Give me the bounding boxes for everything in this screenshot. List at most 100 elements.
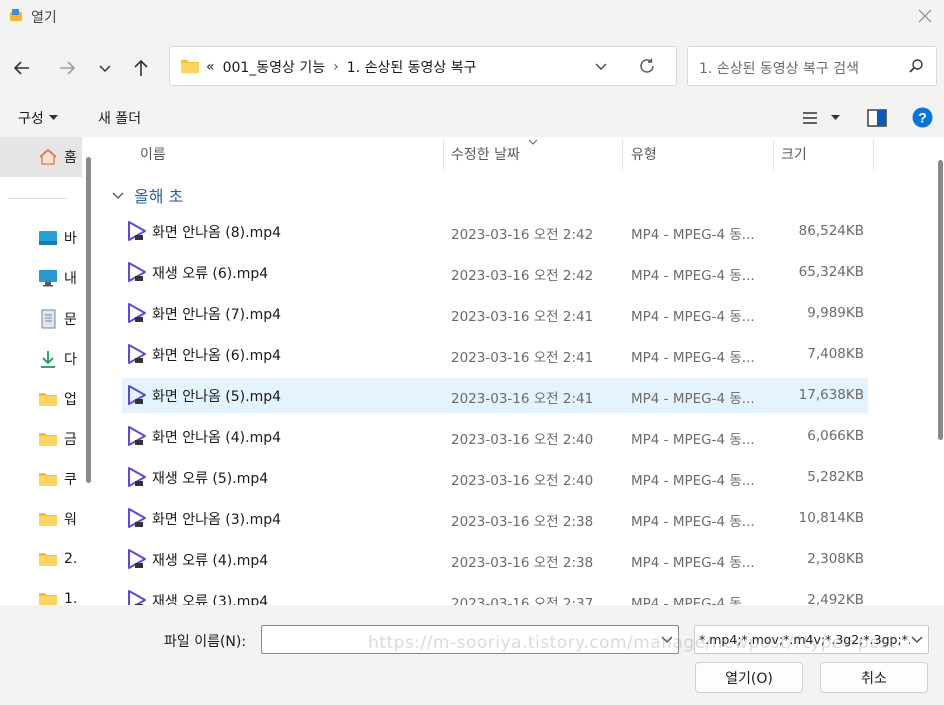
video-file-icon xyxy=(128,221,146,241)
sidebar-item-folder[interactable]: 워 xyxy=(38,507,88,531)
video-file-icon xyxy=(128,467,146,487)
sidebar-item-pc[interactable]: 내 xyxy=(38,266,88,290)
file-row[interactable]: 화면 안나옴 (4).mp4 2023-03-16 오전 2:40 MP4 - MP… xyxy=(122,419,868,454)
breadcrumb-item[interactable]: 1. 손상된 동영상 복구 xyxy=(347,57,477,77)
file-row[interactable]: 재생 오류 (3).mp4 2023-03-16 오전 2:37 MP4 - MPE… xyxy=(122,583,868,605)
folder-icon xyxy=(39,553,57,566)
sidebar-divider xyxy=(8,198,68,199)
file-size: 65,324KB xyxy=(798,264,864,280)
refresh-icon[interactable] xyxy=(638,57,656,75)
column-divider[interactable] xyxy=(773,139,774,171)
svg-text:?: ? xyxy=(918,110,927,126)
group-header[interactable]: 올해 초 xyxy=(112,183,183,207)
title-bar: 열기 xyxy=(0,0,944,32)
file-size: 5,282KB xyxy=(807,469,864,485)
file-row[interactable]: 화면 안나옴 (6).mp4 2023-03-16 오전 2:41 MP4 - MP… xyxy=(122,337,868,372)
preview-pane-icon[interactable] xyxy=(867,109,887,127)
forward-button[interactable] xyxy=(55,56,79,80)
file-type: MP4 - MPEG-4 동... xyxy=(631,555,755,571)
search-box[interactable]: 1. 손상된 동영상 복구 검색 xyxy=(687,46,937,86)
file-name: 재생 오류 (5).mp4 xyxy=(152,471,269,487)
organize-button[interactable]: 구성 xyxy=(18,108,58,128)
file-row[interactable]: 재생 오류 (4).mp4 2023-03-16 오전 2:38 MP4 - MPE… xyxy=(122,542,868,577)
column-divider[interactable] xyxy=(873,139,874,171)
sidebar-label: 문 xyxy=(64,312,77,328)
search-input[interactable]: 1. 손상된 동영상 복구 검색 xyxy=(699,58,859,78)
sidebar-item-folder[interactable]: 금 xyxy=(38,427,88,451)
breadcrumb-separator[interactable]: › xyxy=(333,59,339,75)
file-row[interactable]: 재생 오류 (6).mp4 2023-03-16 오전 2:42 MP4 - MPE… xyxy=(122,255,868,290)
chevron-down-icon[interactable] xyxy=(594,59,608,73)
video-file-icon xyxy=(128,508,146,528)
sidebar-scrollbar[interactable] xyxy=(86,157,91,483)
document-icon xyxy=(41,309,56,329)
search-icon xyxy=(909,59,923,73)
sidebar-item-folder[interactable]: 쿠 xyxy=(38,467,88,491)
app-icon xyxy=(10,9,22,21)
sidebar-label: 다 xyxy=(64,352,77,368)
sidebar-label: 업 xyxy=(64,392,77,408)
monitor-icon xyxy=(39,270,57,287)
column-header-type[interactable]: 유형 xyxy=(631,137,657,171)
cancel-button[interactable]: 취소 xyxy=(820,662,928,693)
file-date: 2023-03-16 오전 2:42 xyxy=(451,268,594,284)
file-name: 재생 오류 (6).mp4 xyxy=(152,266,269,282)
open-button[interactable]: 열기(O) xyxy=(695,662,803,693)
home-icon xyxy=(39,148,57,165)
close-icon xyxy=(918,9,932,23)
file-date: 2023-03-16 오전 2:38 xyxy=(451,514,594,530)
breadcrumb-item[interactable]: 001_동영상 기능 xyxy=(223,57,326,77)
new-folder-button[interactable]: 새 폴더 xyxy=(98,108,141,128)
sidebar-item-downloads[interactable]: 다 xyxy=(38,347,88,371)
caret-down-icon xyxy=(48,115,58,120)
sidebar-item-home-label[interactable]: 홈 xyxy=(38,145,88,169)
sidebar-item-folder[interactable]: 2. xyxy=(38,547,88,571)
file-name: 재생 오류 (4).mp4 xyxy=(152,553,269,569)
file-size: 2,492KB xyxy=(807,592,864,605)
address-bar[interactable]: « 001_동영상 기능 › 1. 손상된 동영상 복구 xyxy=(169,46,677,86)
folder-icon xyxy=(39,593,57,605)
sidebar-label: 내 xyxy=(64,271,77,287)
file-size: 17,638KB xyxy=(798,387,864,403)
back-button[interactable] xyxy=(10,56,34,80)
file-row[interactable]: 화면 안나옴 (8).mp4 2023-03-16 오전 2:42 MP4 - MP… xyxy=(122,214,868,249)
arrow-left-icon xyxy=(13,61,29,75)
organize-label: 구성 xyxy=(18,111,44,127)
folder-icon xyxy=(39,473,57,486)
sidebar-item-folder[interactable]: 업 xyxy=(38,387,88,411)
file-type: MP4 - MPEG-4 동... xyxy=(631,391,755,407)
column-divider[interactable] xyxy=(622,139,623,171)
dialog-footer: 파일 이름(N): *.mp4;*.mov;*.m4v;*.3g2;*.3gp;… xyxy=(0,605,944,705)
file-type: MP4 - MPEG-4 동... xyxy=(631,227,755,243)
view-list-icon[interactable] xyxy=(802,111,818,125)
sort-indicator-icon xyxy=(528,139,538,145)
breadcrumb-overflow[interactable]: « xyxy=(206,59,215,75)
file-row[interactable]: 화면 안나옴 (3).mp4 2023-03-16 오전 2:38 MP4 - MP… xyxy=(122,501,868,536)
video-file-icon xyxy=(128,303,146,323)
video-file-icon xyxy=(128,344,146,364)
close-button[interactable] xyxy=(914,5,936,27)
caret-down-icon[interactable] xyxy=(831,115,840,121)
up-button[interactable] xyxy=(129,56,153,80)
file-date: 2023-03-16 오전 2:38 xyxy=(451,555,594,571)
file-row[interactable]: 화면 안나옴 (5).mp4 2023-03-16 오전 2:41 MP4 - MP… xyxy=(122,378,868,413)
file-date: 2023-03-16 오전 2:42 xyxy=(451,227,594,243)
folder-icon xyxy=(181,60,199,73)
breadcrumb: « 001_동영상 기능 › 1. 손상된 동영상 복구 xyxy=(206,57,477,77)
sidebar-item-folder[interactable]: 1. xyxy=(38,587,88,605)
arrow-right-icon xyxy=(60,61,76,75)
column-header-name[interactable]: 이름 xyxy=(140,137,166,171)
column-divider[interactable] xyxy=(443,139,444,171)
column-header-date[interactable]: 수정한 날짜 xyxy=(451,137,520,171)
recent-locations-button[interactable] xyxy=(93,56,117,80)
file-row[interactable]: 재생 오류 (5).mp4 2023-03-16 오전 2:40 MP4 - MPE… xyxy=(122,460,868,495)
sidebar-item-documents[interactable]: 문 xyxy=(38,307,88,331)
video-file-icon xyxy=(128,426,146,446)
sidebar-label: 워 xyxy=(64,512,77,528)
help-icon[interactable]: ? xyxy=(912,107,933,128)
file-row[interactable]: 화면 안나옴 (7).mp4 2023-03-16 오전 2:41 MP4 - MP… xyxy=(122,296,868,331)
sidebar-item-desktop[interactable]: 바 xyxy=(38,226,88,250)
file-list-scrollbar[interactable] xyxy=(938,160,943,440)
column-header-size[interactable]: 크기 xyxy=(781,137,807,171)
file-size: 9,989KB xyxy=(807,305,864,321)
